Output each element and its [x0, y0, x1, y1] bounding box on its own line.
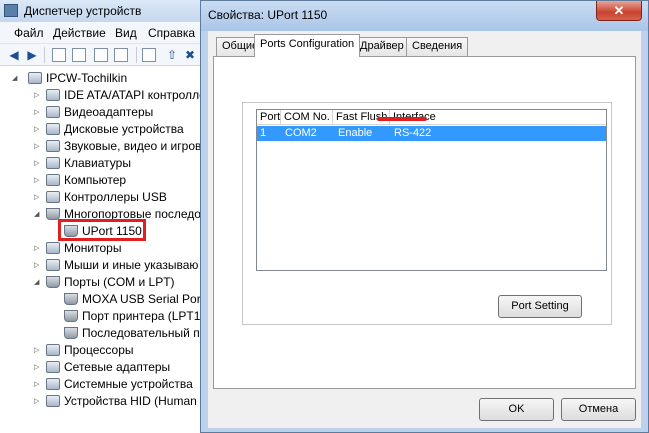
cancel-button[interactable]: Отмена — [561, 398, 636, 421]
monitor-icon — [46, 242, 60, 254]
port-icon — [46, 276, 60, 288]
tree-item-label: Дисковые устройства — [64, 122, 184, 136]
expand-icon[interactable]: ▷ — [34, 159, 42, 167]
hid-icon — [46, 395, 60, 407]
tree-item-label: Последовательный по — [82, 326, 207, 340]
menu-view[interactable]: Вид — [115, 26, 137, 40]
close-icon: ✕ — [613, 3, 625, 18]
expand-icon[interactable]: ▷ — [34, 91, 42, 99]
tree-item-label: Устройства HID (Human In — [64, 394, 211, 408]
tree-item-label: MOXA USB Serial Port ( — [82, 292, 212, 306]
help-icon[interactable] — [94, 48, 108, 62]
tree-item-label: Сетевые адаптеры — [64, 360, 171, 374]
cell-fast-flush: Enable — [338, 127, 373, 139]
tree-item-label: Видеоадаптеры — [64, 105, 154, 119]
cell-com-no: COM2 — [285, 127, 317, 139]
show-hide-tree-icon[interactable] — [72, 48, 86, 62]
properties-icon[interactable] — [52, 48, 66, 62]
collapse-icon[interactable]: ◢ — [12, 74, 20, 82]
expand-icon[interactable]: ▷ — [34, 261, 42, 269]
ok-button[interactable]: OK — [479, 398, 554, 421]
forward-arrow-icon[interactable]: ▶ — [24, 47, 40, 63]
cell-port: 1 — [260, 127, 267, 139]
column-com-no[interactable]: COM No. — [281, 110, 333, 125]
scan-hardware-icon[interactable] — [142, 48, 156, 62]
tree-item-label: Мониторы — [64, 241, 122, 255]
ports-list-header: Port COM No. Fast Flush Interface — [257, 110, 606, 125]
tab-driver[interactable]: Драйвер — [354, 37, 410, 56]
port-setting-button[interactable]: Port Setting — [498, 295, 582, 318]
ports-list[interactable]: Port COM No. Fast Flush Interface 1 COM2… — [256, 109, 607, 271]
device-manager-title: Диспетчер устройств — [24, 4, 142, 18]
uport-highlight-box — [58, 219, 146, 241]
collapse-icon[interactable]: ◢ — [34, 278, 42, 286]
close-button[interactable]: ✕ — [596, 1, 642, 21]
console-tree-icon[interactable] — [114, 48, 128, 62]
tab-ports-configuration[interactable]: Ports Configuration — [254, 34, 361, 57]
expand-icon[interactable]: ▷ — [34, 193, 42, 201]
uninstall-icon[interactable]: ✖ — [182, 47, 198, 63]
menu-help[interactable]: Справка — [148, 26, 195, 40]
table-row[interactable]: 1 COM2 Enable RS-422 — [257, 126, 606, 141]
tree-item-label: Системные устройства — [64, 377, 193, 391]
printer-port-icon — [64, 310, 78, 322]
disk-drive-icon — [46, 123, 60, 135]
device-manager-icon — [4, 4, 18, 17]
serial-port-icon — [64, 293, 78, 305]
collapse-icon[interactable]: ◢ — [34, 210, 42, 218]
update-driver-icon[interactable]: ⇧ — [164, 47, 180, 63]
dialog-titlebar: Свойства: UPort 1150 ✕ — [201, 1, 648, 31]
tree-item-label: Контроллеры USB — [64, 190, 167, 204]
toolbar-separator — [136, 47, 137, 63]
computer-icon — [46, 174, 60, 186]
cell-interface: RS-422 — [394, 127, 432, 139]
expand-icon[interactable]: ▷ — [34, 244, 42, 252]
expand-icon[interactable]: ▷ — [34, 142, 42, 150]
expand-icon[interactable]: ▷ — [34, 380, 42, 388]
mouse-icon — [46, 259, 60, 271]
dialog-body: Общие Ports Configuration Драйвер Сведен… — [208, 31, 641, 428]
keyboard-icon — [46, 157, 60, 169]
expand-icon[interactable]: ▷ — [34, 108, 42, 116]
expand-icon[interactable]: ▷ — [34, 397, 42, 405]
dialog-title: Свойства: UPort 1150 — [208, 8, 328, 22]
tree-root-label: IPCW-Tochilkin — [46, 71, 128, 85]
system-device-icon — [46, 378, 60, 390]
back-arrow-icon[interactable]: ◀ — [6, 47, 22, 63]
column-port[interactable]: Port — [257, 110, 281, 125]
usb-controller-icon — [46, 191, 60, 203]
computer-icon — [28, 72, 42, 84]
tree-item-label: Клавиатуры — [64, 156, 131, 170]
tab-details[interactable]: Сведения — [406, 37, 469, 56]
sound-icon — [46, 140, 60, 152]
tree-item-label: Порты (COM и LPT) — [64, 275, 175, 289]
expand-icon[interactable]: ▷ — [34, 125, 42, 133]
expand-icon[interactable]: ▷ — [34, 346, 42, 354]
expand-icon[interactable]: ▷ — [34, 176, 42, 184]
tree-item-label: Порт принтера (LPT1) — [82, 309, 205, 323]
menu-action[interactable]: Действие — [53, 26, 106, 40]
tree-item-label: Звуковые, видео и игровы — [64, 139, 210, 153]
menu-file[interactable]: Файл — [14, 26, 44, 40]
network-adapter-icon — [46, 361, 60, 373]
interface-underline-mark — [377, 117, 427, 121]
tree-item-label: Компьютер — [64, 173, 127, 187]
expand-icon[interactable]: ▷ — [34, 363, 42, 371]
tree-item-label: IDE ATA/ATAPI контролле — [64, 88, 206, 102]
serial-port-icon — [64, 327, 78, 339]
properties-dialog: Свойства: UPort 1150 ✕ Общие Ports Confi… — [200, 0, 649, 433]
tree-item-label: Процессоры — [64, 343, 134, 357]
display-adapter-icon — [46, 106, 60, 118]
ports-configuration-panel: Port COM No. Fast Flush Interface 1 COM2… — [213, 56, 636, 389]
ide-controller-icon — [46, 89, 60, 101]
processor-icon — [46, 344, 60, 356]
toolbar-separator — [44, 47, 45, 63]
tree-item-label: Мыши и иные указываю — [64, 258, 199, 272]
